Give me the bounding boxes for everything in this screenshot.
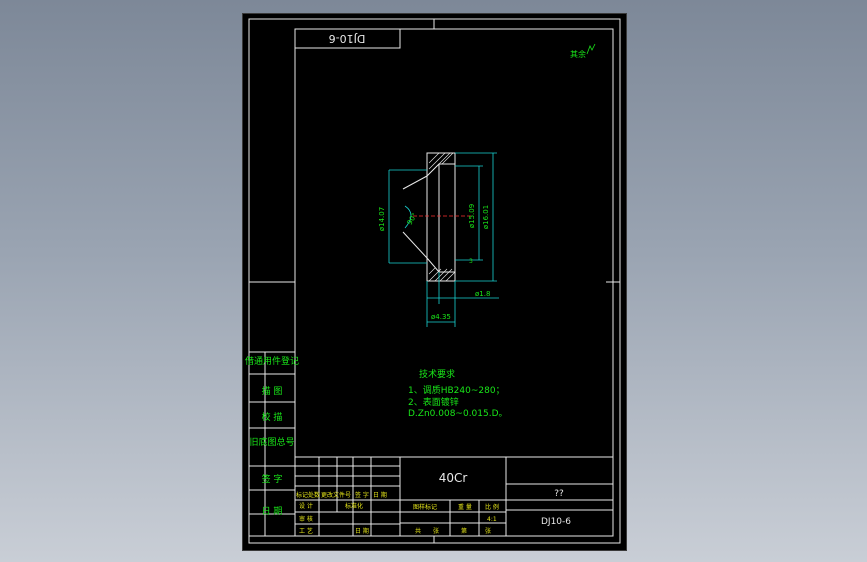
dim-bottom2: ø4.35: [431, 313, 451, 321]
dim-bottom1: ø1.8: [475, 290, 490, 298]
sheet-label: 张: [433, 527, 439, 535]
h-count: 处数: [308, 491, 320, 499]
roughness-symbol: [586, 43, 596, 55]
drawing-sheet: DJ10-6 其余 ø14.07 ø15.09 ø16.01 90° ø1.8 …: [242, 13, 627, 551]
weight-label: 重 量: [458, 503, 472, 511]
left-label2: 描 图: [262, 385, 283, 397]
dim-d-left: ø14.07: [378, 207, 386, 231]
dim-angle: 90°: [406, 212, 419, 227]
total-label: 共: [415, 527, 421, 535]
left-label1: 借通用件登记: [245, 355, 299, 367]
material: 40Cr: [439, 471, 468, 485]
r-design: 设 计: [299, 502, 313, 510]
scale-label: 比 例: [485, 503, 499, 511]
left-label3: 校 描: [262, 411, 283, 423]
code-box-text: DJ10-6: [329, 32, 366, 45]
h-doc: 更改文件号: [321, 491, 351, 499]
drawing-number: DJ10-6: [541, 517, 571, 527]
dim-d-inner2: ø16.01: [482, 205, 490, 229]
stage-label: 图样标记: [413, 503, 437, 511]
page2-label: 张: [485, 527, 491, 535]
r-proc: 工 艺: [299, 527, 313, 535]
h-mark: 标记: [296, 491, 308, 499]
r-check: 审 核: [299, 515, 313, 523]
tech-line3: D.Zn0.008~0.015.D。: [408, 409, 508, 419]
dimension-lines: [388, 152, 499, 327]
h-sign: 签 字: [355, 491, 369, 499]
std-label: 标准化: [345, 502, 363, 510]
tech-title: 技术要求: [419, 368, 455, 380]
left-label4: 旧底图总号: [249, 436, 294, 448]
scale-value: 4:1: [487, 516, 497, 523]
page-label: 第: [461, 527, 467, 535]
tech-line1: 1、调质HB240~280；: [408, 384, 505, 396]
inner-frame: [294, 28, 614, 537]
left-label6: 日 期: [262, 506, 283, 517]
left-label5: 签 字: [262, 473, 283, 485]
date2: 日 期: [355, 527, 369, 535]
tech-line2: 2、表面镀锌: [408, 396, 459, 408]
h-date: 日 期: [373, 491, 387, 499]
cad-drawing: DJ10-6 其余 ø14.07 ø15.09 ø16.01 90° ø1.8 …: [245, 18, 621, 544]
dim-d-inner1: ø15.09: [468, 204, 476, 228]
part-name: ??: [554, 489, 564, 499]
dim-chamfer: 3: [469, 258, 473, 265]
roughness-note: 其余: [570, 49, 586, 59]
